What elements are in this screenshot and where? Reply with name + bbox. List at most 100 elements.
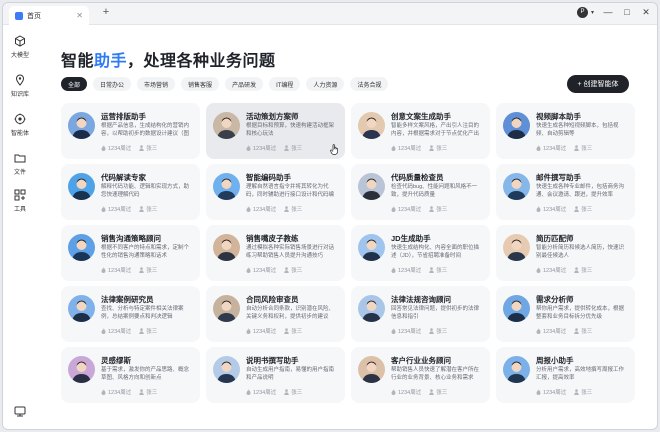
usage-text: 1234周过 — [108, 207, 132, 213]
agent-title: 智能编码助手 — [246, 173, 291, 182]
filter-sales[interactable]: 销售客服 — [181, 77, 220, 91]
agent-card[interactable]: 销售沟通策略顾问 根据不同客户的特点和需求，定制个性化的销售沟通策略和话术 12… — [61, 225, 200, 281]
agent-avatar — [358, 173, 385, 200]
agent-description: 分析用户需求，高效地撰写周报工作汇报，提高效率 — [536, 367, 625, 381]
account-dropdown-icon[interactable]: ▾ — [591, 9, 594, 16]
fire-icon — [536, 145, 541, 151]
agent-meta: 1234周过 张三 — [101, 327, 157, 335]
close-button[interactable]: ✕ — [641, 6, 651, 18]
agent-title: 运营排版助手 — [101, 112, 146, 121]
usage-count: 1234周过 — [101, 205, 131, 213]
agent-card-grid: 运营排版助手 根据产品信息，生成结构化的营销内容，以帮助初步的数据设计建议（图片… — [61, 103, 635, 403]
minimize-button[interactable]: — — [603, 6, 613, 18]
usage-count: 1234周过 — [536, 327, 566, 335]
sidebar-feedback[interactable] — [3, 405, 37, 417]
sidebar-item-files[interactable]: 文件 — [3, 152, 37, 176]
usage-count: 1234周过 — [101, 144, 131, 152]
agent-gear-icon — [14, 113, 26, 125]
agent-meta: 1234周过 张三 — [246, 144, 302, 152]
agent-card[interactable]: 销售嘴皮子教练 通过模拟各种实际销售场景进行对话练习帮助销售人员提升沟通技巧 1… — [206, 225, 345, 281]
fire-icon — [391, 328, 396, 334]
filter-product[interactable]: 产品研发 — [225, 77, 264, 91]
author: 张三 — [284, 327, 302, 335]
agent-avatar — [213, 356, 240, 383]
agent-card[interactable]: 需求分析师 帮你用户需求，提供转化成本，根据整套和业务目标拆分优先级 1234周… — [496, 286, 635, 342]
usage-text: 1234周过 — [253, 268, 277, 274]
agent-card[interactable]: 创意文案生成助手 智能多样文案风格，产出引人注目的内容，并根据需求对于节点优化产… — [351, 103, 490, 159]
sidebar-item-agents[interactable]: 智能体 — [3, 113, 37, 137]
author: 张三 — [429, 205, 447, 213]
sidebar-item-tools[interactable]: 工具 — [3, 189, 37, 213]
agent-meta: 1234周过 张三 — [246, 327, 302, 335]
fire-icon — [101, 389, 106, 395]
sidebar-item-knowledge[interactable]: 知识库 — [3, 74, 37, 98]
filter-marketing[interactable]: 市场营销 — [137, 77, 176, 91]
maximize-button[interactable]: □ — [622, 6, 632, 18]
agent-title: 简历匹配师 — [536, 234, 574, 243]
filter-it[interactable]: IT编程 — [269, 77, 301, 91]
usage-count: 1234周过 — [536, 266, 566, 274]
agent-card[interactable]: 邮件撰写助手 快速生成各种专业邮件，包括商务沟通、会议邀请、跟进，提升效率 12… — [496, 164, 635, 220]
filter-office[interactable]: 日常办公 — [93, 77, 132, 91]
tab-home[interactable]: 首页 ✕ — [9, 6, 89, 25]
agent-card[interactable]: 代码解读专家 解释代码功能、逻辑和实现方式，助您快速理解代码 1234周过 张三 — [61, 164, 200, 220]
agent-card[interactable]: 法律案例研究员 查找、分析与特定案件相关法律案例，总结案例要点和判决逻辑 123… — [61, 286, 200, 342]
create-agent-button[interactable]: + 创建智能体 — [567, 75, 629, 93]
new-tab-button[interactable]: + — [99, 6, 113, 18]
agent-avatar — [358, 234, 385, 261]
agent-card[interactable]: 周报小助手 分析用户需求，高效地撰写周报工作汇报，提高效率 1234周过 张三 — [496, 347, 635, 403]
agent-avatar — [503, 356, 530, 383]
fire-icon — [246, 389, 251, 395]
agent-avatar — [358, 356, 385, 383]
agent-card[interactable]: 活动策划方案师 根据目标和预算，快速构建活动框架和核心玩法 1234周过 张三 — [206, 103, 345, 159]
usage-count: 1234周过 — [536, 388, 566, 396]
agent-description: 快速生成各种专业邮件，包括商务沟通、会议邀请、跟进，提升效率 — [536, 184, 625, 198]
agent-title: 销售沟通策略顾问 — [101, 234, 161, 243]
agent-card[interactable]: 灵感缪斯 基于需求，激发你的产品思路、概念草图、风格方向和创新点 1234周过 … — [61, 347, 200, 403]
agent-card[interactable]: 智能编码助手 理解自然语言指令并将其转化为代码，同时辅助进行接口设计和代码编写 … — [206, 164, 345, 220]
author: 张三 — [139, 327, 157, 335]
sidebar-item-label: 知识库 — [10, 92, 29, 98]
usage-text: 1234周过 — [253, 207, 277, 213]
filter-legal[interactable]: 法务合规 — [350, 77, 389, 91]
agent-card[interactable]: 说明书撰写助手 自动生成用户指南，易懂的用户指南和产品说明 1234周过 张三 — [206, 347, 345, 403]
agent-card[interactable]: 客户行业业务顾问 帮助销售人员快速了解潜在客户所在行业的业务背景、核心业务和需求… — [351, 347, 490, 403]
user-icon — [429, 328, 435, 334]
agent-card[interactable]: 代码质量检查员 检查代码bug、性能问题和风格不一致，提升代码质量 1234周过… — [351, 164, 490, 220]
tab-close-icon[interactable]: ✕ — [76, 11, 83, 20]
filter-all[interactable]: 全部 — [61, 77, 88, 91]
usage-text: 1234周过 — [543, 329, 567, 335]
usage-count: 1234周过 — [536, 205, 566, 213]
sidebar-item-label: 文件 — [13, 170, 26, 176]
agent-card[interactable]: 简历匹配师 智能分析简历和候选人简历，快速识别最佳候选人 1234周过 张三 — [496, 225, 635, 281]
usage-text: 1234周过 — [543, 268, 567, 274]
agent-card[interactable]: 运营排版助手 根据产品信息，生成结构化的营销内容，以帮助初步的数据设计建议（图片… — [61, 103, 200, 159]
agent-title: 周报小助手 — [536, 356, 574, 365]
agent-avatar — [503, 234, 530, 261]
cube-icon — [14, 35, 26, 47]
agent-card[interactable]: 法律法规咨询顾问 回答常见法律问题，提供初步的法律信息和指引 1234周过 张三 — [351, 286, 490, 342]
account-avatar[interactable]: P — [576, 6, 588, 18]
category-filters: 全部 日常办公 市场营销 销售客服 产品研发 IT编程 人力资源 法务合规 — [61, 77, 389, 91]
usage-count: 1234周过 — [391, 266, 421, 274]
agent-description: 自动生成用户指南，易懂的用户指南和产品说明 — [246, 367, 335, 381]
usage-text: 1234周过 — [253, 329, 277, 335]
agent-card[interactable]: 合同风险审查员 自动分析合同条款，识别潜在风险、关键义务和权利，提供初步的建议 … — [206, 286, 345, 342]
user-icon — [139, 389, 145, 395]
sidebar-item-label: 大模型 — [10, 53, 29, 59]
home-tab-icon — [15, 11, 23, 20]
location-pin-icon — [14, 74, 26, 86]
agent-card[interactable]: 视频脚本助手 快速生成各种短视频脚本，包括视频、自动剪辑等 1234周过 张三 — [496, 103, 635, 159]
agent-meta: 1234周过 张三 — [101, 205, 157, 213]
author: 张三 — [139, 388, 157, 396]
fire-icon — [391, 389, 396, 395]
agent-card[interactable]: JD生成助手 快速生成结构化、内容全面的职位描述（JD），节省招聘准备时间 12… — [351, 225, 490, 281]
sidebar-item-label: 智能体 — [10, 131, 29, 137]
agent-avatar — [213, 234, 240, 261]
author-name: 张三 — [436, 268, 448, 274]
agent-avatar — [68, 295, 95, 322]
author: 张三 — [284, 205, 302, 213]
filter-hr[interactable]: 人力资源 — [306, 77, 345, 91]
agent-title: 邮件撰写助手 — [536, 173, 581, 182]
sidebar-item-models[interactable]: 大模型 — [3, 35, 37, 59]
